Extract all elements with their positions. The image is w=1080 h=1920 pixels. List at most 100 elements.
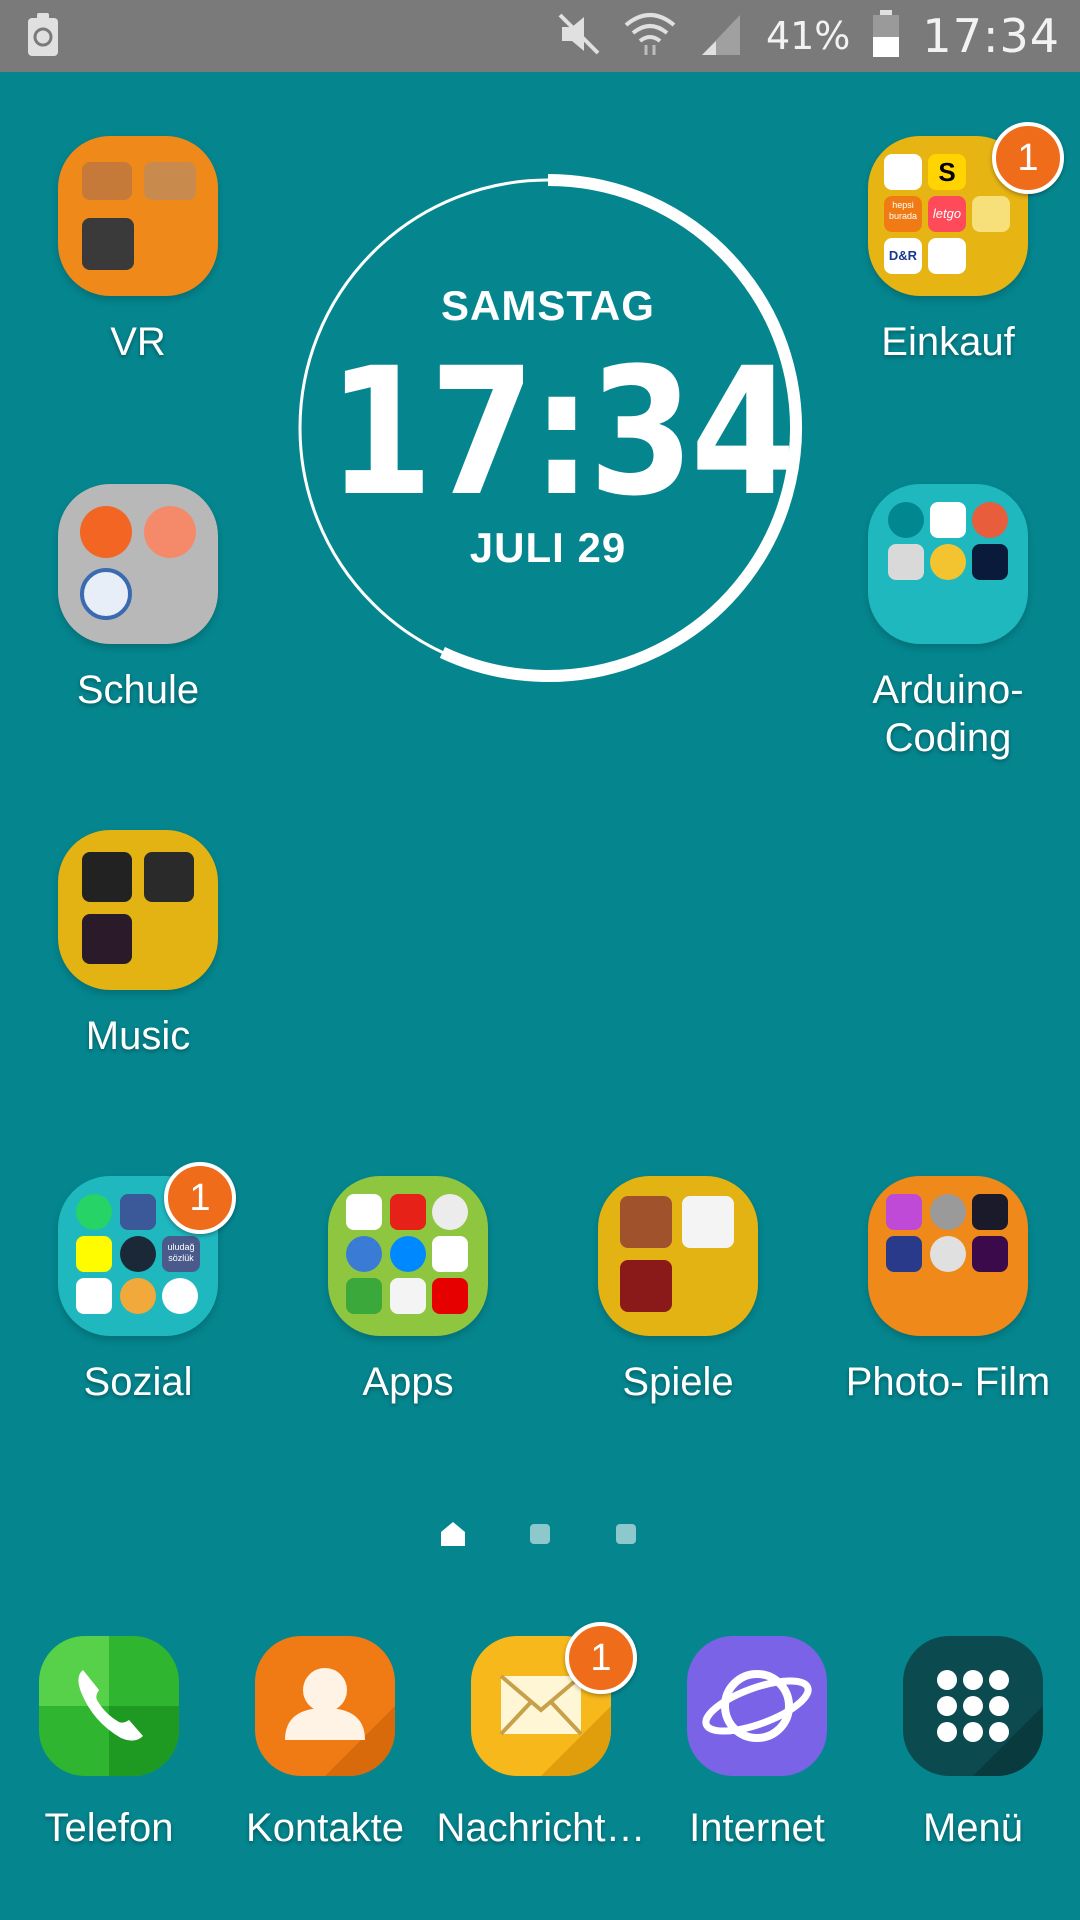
status-time: 17:34 [922, 9, 1060, 63]
folder-arduino-label-line2: Coding [884, 716, 1012, 760]
folder-apps-label: Apps [362, 1360, 454, 1404]
folder-music[interactable]: Music [38, 830, 238, 1060]
internet-planet-icon [687, 1636, 827, 1776]
store-icon [928, 238, 966, 274]
book-icon [144, 506, 196, 558]
steam-icon [120, 1236, 156, 1272]
camera-app-icon [432, 1194, 468, 1230]
mute-icon [556, 11, 602, 62]
dock-telefon-label: Telefon [44, 1806, 174, 1850]
folder-arduino-icon [868, 484, 1028, 644]
vr-photo-icon [82, 218, 134, 270]
folder-music-label: Music [85, 1014, 191, 1058]
status-bar: 41% 17:34 [0, 0, 1080, 72]
vodafone-icon [432, 1278, 468, 1314]
drop-icon [76, 1278, 112, 1314]
play-circle-icon [80, 568, 132, 620]
folder-photo-film-icon [868, 1176, 1028, 1336]
signal-icon [698, 11, 744, 62]
uludag-sozluk-icon: uludağ sözlük [162, 1236, 200, 1272]
dock-menu[interactable]: Menü [868, 1636, 1078, 1851]
calculator-icon [346, 1278, 382, 1314]
dr-icon: D&R [884, 238, 922, 274]
clock-day: SAMSTAG [441, 282, 655, 329]
clock-time: 17:34 [327, 330, 796, 535]
notification-badge: 1 [164, 1162, 236, 1234]
folder-photo-film-label: Photo- Film [845, 1360, 1051, 1404]
arduino-icon [888, 502, 924, 538]
go-icon [80, 506, 132, 558]
folder-sozial-label: Sozial [83, 1360, 193, 1404]
folder-vr-icon [58, 136, 218, 296]
dock-telefon[interactable]: Telefon [4, 1636, 214, 1851]
c-code-icon [888, 544, 924, 580]
phone-icon [39, 1636, 179, 1776]
folder-arduino-coding[interactable]: Arduino- Coding [848, 484, 1048, 762]
dock-kontakte-label: Kontakte [246, 1806, 404, 1850]
folder-spiele[interactable]: Spiele [578, 1176, 778, 1406]
gmail-icon [432, 1236, 468, 1272]
p-music-icon [144, 852, 194, 902]
aliexpress-icon [884, 154, 922, 190]
play-store-icon [346, 1194, 382, 1230]
video-editor-icon [972, 1236, 1008, 1272]
app-grid-icon [903, 1636, 1043, 1776]
folder-spiele-icon [598, 1176, 758, 1336]
folder-spiele-label: Spiele [622, 1360, 734, 1404]
page-dot-3[interactable] [616, 1524, 636, 1544]
picsart-icon [886, 1194, 922, 1230]
ino-file-icon [930, 502, 966, 538]
notification-badge: 1 [992, 122, 1064, 194]
color-wheel-icon [930, 544, 966, 580]
youtube-icon [390, 1194, 426, 1230]
folder-sozial[interactable]: uludağ sözlük 1 Sozial [38, 1162, 238, 1406]
hepsiburada-icon: hepsi burada [884, 196, 922, 232]
folder-einkauf[interactable]: S hepsi burada letgo D&R 1 Einkauf [848, 122, 1064, 366]
gauge-icon [930, 1236, 966, 1272]
folder-photo-film[interactable]: Photo- Film [846, 1176, 1050, 1406]
snapchat-icon [76, 1236, 112, 1272]
folder-schule[interactable]: Schule [38, 484, 238, 714]
folder-music-icon [58, 830, 218, 990]
cardboard-icon [82, 162, 132, 200]
folder-arduino-label: Arduino- Coding [848, 666, 1048, 762]
clock-widget[interactable]: SAMSTAG 17:34 JULI 29 [292, 172, 804, 684]
dock-nachrichten-label: Nachricht… [436, 1806, 646, 1850]
red-cube-icon [682, 1196, 734, 1248]
battery-percent: 41% [765, 14, 851, 58]
folder-apps[interactable]: Apps [308, 1176, 508, 1406]
letgo-icon: letgo [928, 196, 966, 232]
film-strip-icon [886, 1236, 922, 1272]
camera-icon [144, 162, 196, 200]
dock-internet[interactable]: Internet [652, 1636, 862, 1851]
page-dot-2[interactable] [530, 1524, 550, 1544]
dock-kontakte[interactable]: Kontakte [220, 1636, 430, 1851]
music-note-icon [346, 1236, 382, 1272]
folder-sozial-icon: uludağ sözlük 1 [58, 1162, 236, 1336]
folder-vr-label: VR [110, 320, 166, 364]
p-player-icon [82, 914, 132, 964]
facebook-icon [120, 1194, 156, 1230]
chess-icon [620, 1260, 672, 1312]
clash-of-clans-icon [620, 1196, 672, 1248]
grid-app-icon [82, 852, 132, 902]
folder-schule-label: Schule [76, 668, 200, 712]
recycle-icon [26, 12, 60, 63]
s-app-icon: S [928, 154, 966, 190]
snake-icon [972, 196, 1010, 232]
shazam-icon [390, 1236, 426, 1272]
battery-icon [872, 9, 900, 63]
lens-icon [930, 1194, 966, 1230]
dock-nachrichten[interactable]: 1 Nachricht… [436, 1622, 646, 1851]
home-page-icon[interactable] [440, 1520, 466, 1553]
contacts-icon [255, 1636, 395, 1776]
whatsapp-icon [76, 1194, 112, 1230]
folder-schule-icon [58, 484, 218, 644]
notification-badge: 1 [565, 1622, 637, 1694]
folder-vr[interactable]: VR [38, 136, 238, 366]
editor-icon [972, 1194, 1008, 1230]
wifi-icon [624, 11, 676, 62]
folder-einkauf-label: Einkauf [881, 320, 1015, 364]
owl-icon [120, 1278, 156, 1314]
maps-icon [390, 1278, 426, 1314]
